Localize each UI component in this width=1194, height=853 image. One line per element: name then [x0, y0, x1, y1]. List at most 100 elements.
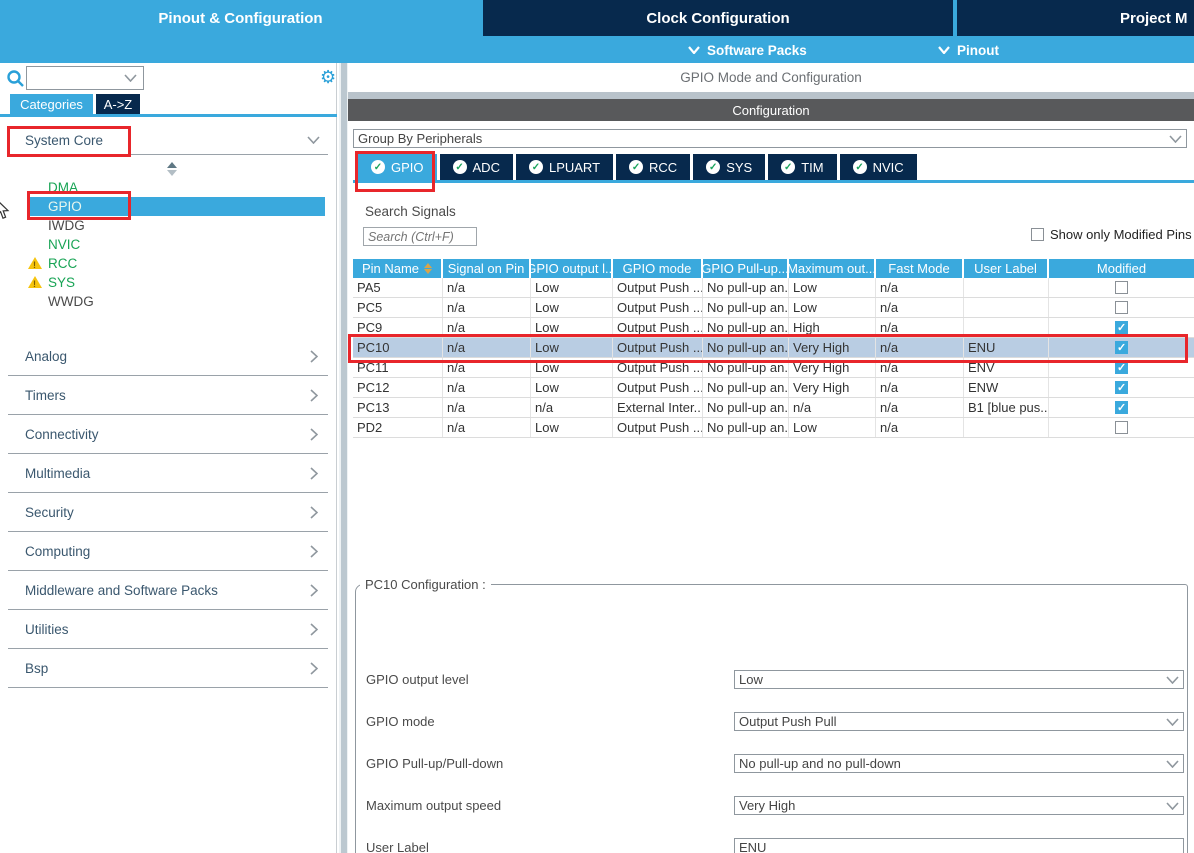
sidebar-scrollbar[interactable]	[339, 63, 348, 853]
cell-pc13-2[interactable]: n/a	[531, 398, 613, 417]
sidebar-category-connectivity[interactable]: Connectivity	[8, 415, 328, 454]
cell-pc13-1[interactable]: n/a	[443, 398, 531, 417]
cell-pc9-2[interactable]: Low	[531, 318, 613, 337]
cell-pa5-2[interactable]: Low	[531, 278, 613, 297]
cell-pc9-3[interactable]: Output Push ...	[613, 318, 703, 337]
tab-a-to-z[interactable]: A->Z	[96, 94, 140, 114]
modified-checkbox[interactable]	[1115, 301, 1128, 314]
sidebar-item-sys[interactable]: !SYS	[28, 273, 325, 292]
sidebar-category-utilities[interactable]: Utilities	[8, 610, 328, 649]
modified-checkbox[interactable]	[1115, 381, 1128, 394]
cell-pc12-7[interactable]: ENW	[964, 378, 1049, 397]
cell-pc12-6[interactable]: n/a	[876, 378, 964, 397]
cell-pa5-7[interactable]	[964, 278, 1049, 297]
cell-pc12-0[interactable]: PC12	[353, 378, 443, 397]
config-select-gpio-mode[interactable]: Output Push Pull	[734, 712, 1184, 731]
cell-pc11-5[interactable]: Very High	[789, 358, 876, 377]
cell-pd2-5[interactable]: Low	[789, 418, 876, 437]
pin-row-pc11[interactable]: PC11n/aLowOutput Push ...No pull-up an..…	[353, 358, 1194, 378]
cell-pc10-0[interactable]: PC10	[353, 338, 443, 357]
group-by-dropdown[interactable]: Group By Peripherals	[353, 129, 1187, 148]
modified-checkbox[interactable]	[1115, 421, 1128, 434]
cell-pc9-7[interactable]	[964, 318, 1049, 337]
cell-pc10-4[interactable]: No pull-up an...	[703, 338, 789, 357]
cell-pc12-4[interactable]: No pull-up an...	[703, 378, 789, 397]
config-input-user-label[interactable]	[734, 838, 1184, 853]
column-header-pin-name[interactable]: Pin Name	[353, 259, 443, 278]
peripheral-tab-nvic[interactable]: ✓NVIC	[840, 154, 917, 180]
modified-checkbox[interactable]	[1115, 321, 1128, 334]
column-header-gpio-pull-up-[interactable]: GPIO Pull-up...	[703, 259, 789, 278]
cell-pa5-5[interactable]: Low	[789, 278, 876, 297]
sidebar-category-security[interactable]: Security	[8, 493, 328, 532]
gear-icon[interactable]: ⚙	[320, 65, 336, 89]
peripheral-tab-lpuart[interactable]: ✓LPUART	[516, 154, 613, 180]
column-header-maximum-out-[interactable]: Maximum out...	[789, 259, 876, 278]
pin-row-pd2[interactable]: PD2n/aLowOutput Push ...No pull-up an...…	[353, 418, 1194, 438]
cell-pc5-4[interactable]: No pull-up an...	[703, 298, 789, 317]
pin-row-pc5[interactable]: PC5n/aLowOutput Push ...No pull-up an...…	[353, 298, 1194, 318]
column-header-modified[interactable]: Modified	[1049, 259, 1194, 278]
tab-categories[interactable]: Categories	[10, 94, 93, 114]
cell-pc12-2[interactable]: Low	[531, 378, 613, 397]
sidebar-category-computing[interactable]: Computing	[8, 532, 328, 571]
software-packs-menu[interactable]: Software Packs	[688, 40, 807, 60]
cell-pc11-1[interactable]: n/a	[443, 358, 531, 377]
modified-checkbox[interactable]	[1115, 341, 1128, 354]
cell-pa5-0[interactable]: PA5	[353, 278, 443, 297]
sidebar-item-rcc[interactable]: !RCC	[28, 254, 325, 273]
cell-pc12-5[interactable]: Very High	[789, 378, 876, 397]
config-select-gpio-pull-up-pull-down[interactable]: No pull-up and no pull-down	[734, 754, 1184, 773]
pin-row-pc12[interactable]: PC12 n/a LowOutput Push ...No pull-up an..…	[353, 378, 1194, 398]
cell-pc10-1[interactable]: n/a	[443, 338, 531, 357]
cell-pc13-0[interactable]: PC13	[353, 398, 443, 417]
cell-pd2-2[interactable]: Low	[531, 418, 613, 437]
cell-pc5-0[interactable]: PC5	[353, 298, 443, 317]
cell-pc5-7[interactable]	[964, 298, 1049, 317]
sidebar-item-wwdg[interactable]: WWDG	[28, 292, 325, 311]
cell-pc10-7[interactable]: ENU	[964, 338, 1049, 357]
search-signals-input[interactable]	[363, 227, 477, 246]
peripheral-tab-rcc[interactable]: ✓RCC	[616, 154, 690, 180]
cell-pd2-7[interactable]	[964, 418, 1049, 437]
tab-clock-configuration[interactable]: Clock Configuration	[483, 0, 953, 36]
tab-project-manager[interactable]: Project M	[957, 0, 1194, 36]
cell-pd2-1[interactable]: n/a	[443, 418, 531, 437]
cell-pc9-0[interactable]: PC9	[353, 318, 443, 337]
cell-pc10-5[interactable]: Very High	[789, 338, 876, 357]
cell-pc9-6[interactable]: n/a	[876, 318, 964, 337]
peripheral-tab-gpio[interactable]: ✓GPIO	[358, 154, 437, 180]
cell-pc13-4[interactable]: No pull-up an...	[703, 398, 789, 417]
cell-pd2-4[interactable]: No pull-up an...	[703, 418, 789, 437]
cell-pd2-6[interactable]: n/a	[876, 418, 964, 437]
sidebar-item-nvic[interactable]: NVIC	[28, 235, 325, 254]
cell-pd2-3[interactable]: Output Push ...	[613, 418, 703, 437]
list-sort-spinner[interactable]	[166, 162, 177, 176]
modified-checkbox[interactable]	[1115, 281, 1128, 294]
column-header-fast-mode[interactable]: Fast Mode	[876, 259, 964, 278]
sidebar-item-gpio[interactable]: GPIO	[28, 197, 325, 216]
cell-pa5-3[interactable]: Output Push ...	[613, 278, 703, 297]
config-select-gpio-output-level[interactable]: Low	[734, 670, 1184, 689]
cell-pd2-0[interactable]: PD2	[353, 418, 443, 437]
sidebar-search-combobox[interactable]	[26, 66, 144, 90]
cell-pc11-2[interactable]: Low	[531, 358, 613, 377]
cell-pc12-3[interactable]: Output Push ...	[613, 378, 703, 397]
peripheral-tab-adc[interactable]: ✓ADC	[440, 154, 513, 180]
column-header-gpio-mode[interactable]: GPIO mode	[613, 259, 703, 278]
pin-row-pc9[interactable]: PC9 n/a LowOutput Push ...No pull-up an...…	[353, 318, 1194, 338]
cell-pc13-6[interactable]: n/a	[876, 398, 964, 417]
cell-pc13-3[interactable]: External Inter...	[613, 398, 703, 417]
cell-pc5-6[interactable]: n/a	[876, 298, 964, 317]
cell-pc5-5[interactable]: Low	[789, 298, 876, 317]
cell-pc9-4[interactable]: No pull-up an...	[703, 318, 789, 337]
cell-pc11-3[interactable]: Output Push ...	[613, 358, 703, 377]
column-header-user-label[interactable]: User Label	[964, 259, 1049, 278]
cell-pc9-5[interactable]: High	[789, 318, 876, 337]
cell-pc11-0[interactable]: PC11	[353, 358, 443, 377]
cell-pc10-2[interactable]: Low	[531, 338, 613, 357]
config-select-maximum-output-speed[interactable]: Very High	[734, 796, 1184, 815]
peripheral-tab-tim[interactable]: ✓TIM	[768, 154, 836, 180]
cell-pa5-4[interactable]: No pull-up an...	[703, 278, 789, 297]
cell-pc10-3[interactable]: Output Push ...	[613, 338, 703, 357]
